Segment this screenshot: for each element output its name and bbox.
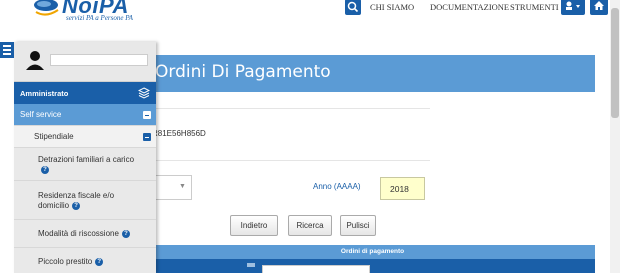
sidebar-item-label: Modalità di riscossione? <box>38 229 156 239</box>
home-icon <box>594 1 604 10</box>
search-submit-button[interactable]: Ricerca <box>288 215 332 236</box>
sidebar-item-stipendiale[interactable]: Stipendiale <box>14 126 156 148</box>
search-icon <box>347 1 359 13</box>
sidebar-item-label: Detrazioni familiari a carico? <box>38 155 135 174</box>
user-avatar-icon <box>26 51 44 70</box>
back-button[interactable]: Indietro <box>230 215 278 236</box>
anno-label: Anno (AAAA) <box>313 182 361 191</box>
anno-input[interactable]: 2018 <box>380 177 425 200</box>
user-icon <box>566 1 580 10</box>
sidebar-item-modalita-riscossione[interactable]: Modalità di riscossione? <box>14 220 156 248</box>
reset-button[interactable]: Pulisci <box>340 215 376 236</box>
section-amministrato[interactable]: Amministrato <box>14 82 156 104</box>
collapse-icon[interactable] <box>143 133 151 141</box>
sidebar-item-label: Residenza fiscale e/o domicilio? <box>38 191 115 210</box>
orders-table-title: Ordini di pagamento <box>340 248 405 255</box>
page-title-bar: Ordini Di Pagamento <box>150 55 595 92</box>
logo-subtitle: servizi PA a Persone PA <box>66 14 133 22</box>
search-button[interactable] <box>345 0 361 15</box>
menu-toggle-button[interactable] <box>0 42 14 58</box>
help-icon[interactable]: ? <box>41 165 49 174</box>
sidebar-item-label: Piccolo prestito? <box>38 257 148 267</box>
section-title-label: Amministrato <box>20 89 69 98</box>
page-title: Ordini Di Pagamento <box>155 62 331 82</box>
sidebar-item-detrazioni[interactable]: Detrazioni familiari a carico? <box>14 148 156 181</box>
month-select[interactable]: ▼ <box>150 175 192 200</box>
sidebar-item-label: Self service <box>20 110 62 119</box>
side-menu: Amministrato Self service Stipendiale De… <box>14 42 156 273</box>
sidebar-item-label: Stipendiale <box>34 132 74 141</box>
help-icon[interactable]: ? <box>95 257 104 266</box>
scrollbar-thumb[interactable] <box>611 8 619 118</box>
chevron-down-icon: ▼ <box>179 183 186 190</box>
user-menu-button[interactable] <box>561 0 585 15</box>
orders-table-header: Ordini di pagamento <box>150 245 595 259</box>
fiscal-code-value: R81E56H856D <box>152 129 206 138</box>
sidebar-item-self-service[interactable]: Self service <box>14 104 156 126</box>
nav-documentazione[interactable]: DOCUMENTAZIONE <box>430 2 509 12</box>
orders-table-filter-row <box>150 259 595 273</box>
user-name-field <box>50 54 148 66</box>
nav-strumenti[interactable]: STRUMENTI <box>510 2 559 12</box>
table-filter-input[interactable] <box>262 265 370 273</box>
sidebar-item-piccolo-prestito[interactable]: Piccolo prestito? <box>14 248 156 273</box>
divider <box>150 160 430 161</box>
help-icon[interactable]: ? <box>121 229 130 238</box>
table-filter-label <box>247 263 255 267</box>
sidebar-item-residenza[interactable]: Residenza fiscale e/o domicilio? <box>14 181 156 220</box>
site-header: NoiPA servizi PA a Persone PA CHI SIAMO … <box>0 0 610 30</box>
collapse-icon[interactable] <box>143 111 151 119</box>
page-scrollbar[interactable] <box>610 0 620 273</box>
nav-chi-siamo[interactable]: CHI SIAMO <box>370 2 414 12</box>
home-button[interactable] <box>590 0 608 15</box>
layers-icon[interactable] <box>138 87 150 99</box>
help-icon[interactable]: ? <box>72 201 81 210</box>
profile-panel <box>14 42 156 82</box>
divider <box>150 108 430 109</box>
noipa-logo-icon <box>34 0 59 16</box>
